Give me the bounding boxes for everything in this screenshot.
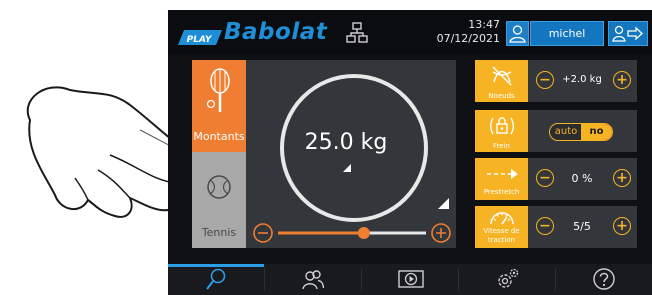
bottom-nav (168, 264, 652, 295)
racket-icon (206, 68, 230, 112)
tension-slider[interactable] (250, 222, 454, 244)
brand-badge-text: PLAY (187, 35, 213, 45)
tab-montants-label: Montants (193, 130, 245, 143)
tennis-ball-icon (207, 175, 231, 199)
slider-plus-icon[interactable] (431, 223, 451, 243)
nav-racket[interactable] (168, 264, 264, 295)
knots-minus-button[interactable]: − (536, 71, 554, 89)
brake-label: Frein (493, 142, 510, 150)
knots-button[interactable]: Noeuds (475, 60, 528, 102)
tension-value-text: 25.0 kg (304, 130, 388, 155)
nav-help[interactable] (556, 264, 652, 295)
knots-value: +2.0 kg (562, 74, 602, 85)
speedometer-icon (490, 212, 514, 225)
corner-triangle-icon (438, 198, 449, 209)
toggle-no-option[interactable]: no (581, 124, 612, 140)
racket-icon (206, 268, 226, 290)
network-icon (346, 22, 368, 43)
toggle-auto-option[interactable]: auto (550, 124, 582, 140)
speed-label-line2: traction (487, 236, 516, 244)
tension-value[interactable]: 25.0 kg (296, 130, 396, 180)
knots-label: Noeuds (488, 92, 515, 100)
user-icon-button[interactable] (506, 21, 529, 46)
stringing-machine-screen: PLAY Babolat 13:47 07/12/2021 michel Mon… (168, 10, 652, 295)
prestretch-minus-button[interactable]: − (536, 169, 554, 187)
logout-button[interactable] (608, 21, 648, 46)
user-icon (509, 25, 526, 43)
users-icon (302, 270, 325, 290)
tab-tennis[interactable]: Tennis (192, 152, 246, 248)
prestretch-label: Prestretch (483, 188, 520, 196)
time-text: 13:47 (468, 18, 500, 31)
knots-icon (492, 66, 512, 86)
dropdown-triangle-icon (342, 164, 351, 172)
nav-video[interactable] (362, 264, 458, 295)
play-badge-logo: PLAY (178, 30, 222, 45)
speed-panel: Vitesse de traction − 5/5 + (475, 206, 637, 248)
prestretch-panel: Prestretch − 0 % + (475, 158, 637, 200)
prestretch-plus-button[interactable]: + (613, 169, 631, 187)
brand-name: Babolat (224, 19, 328, 45)
brake-panel: Frein auto no (475, 110, 637, 152)
speed-minus-button[interactable]: − (536, 217, 554, 235)
slider-knob (357, 227, 370, 239)
prestretch-button[interactable]: Prestretch (475, 158, 528, 200)
speed-button[interactable]: Vitesse de traction (475, 206, 528, 248)
brake-button[interactable]: Frein (475, 110, 528, 152)
tab-montants[interactable]: Montants (192, 60, 246, 152)
clock: 13:47 07/12/2021 (418, 18, 500, 46)
help-icon (593, 268, 615, 290)
top-bar: PLAY Babolat 13:47 07/12/2021 michel (168, 10, 652, 54)
username-field[interactable]: michel (530, 21, 604, 46)
prestretch-value: 0 % (571, 172, 593, 185)
slider-minus-icon[interactable] (253, 223, 273, 243)
speed-plus-button[interactable]: + (613, 217, 631, 235)
prestretch-arrow-icon (487, 169, 518, 179)
knots-panel: Noeuds − +2.0 kg + (475, 60, 637, 102)
knots-plus-button[interactable]: + (613, 71, 631, 89)
settings-icon (498, 268, 519, 288)
video-icon (398, 270, 424, 288)
speed-label-line1: Vitesse de (483, 227, 520, 235)
lock-icon (490, 117, 514, 135)
date-text: 07/12/2021 (436, 32, 500, 45)
nav-users[interactable] (265, 264, 361, 295)
speed-value: 5/5 (573, 220, 591, 233)
tension-panel: Montants Tennis 25.0 kg (192, 60, 456, 248)
nav-settings[interactable] (459, 264, 555, 295)
brake-toggle[interactable]: auto no (549, 123, 613, 141)
logout-icon (612, 25, 643, 42)
tab-tennis-label: Tennis (201, 226, 237, 239)
